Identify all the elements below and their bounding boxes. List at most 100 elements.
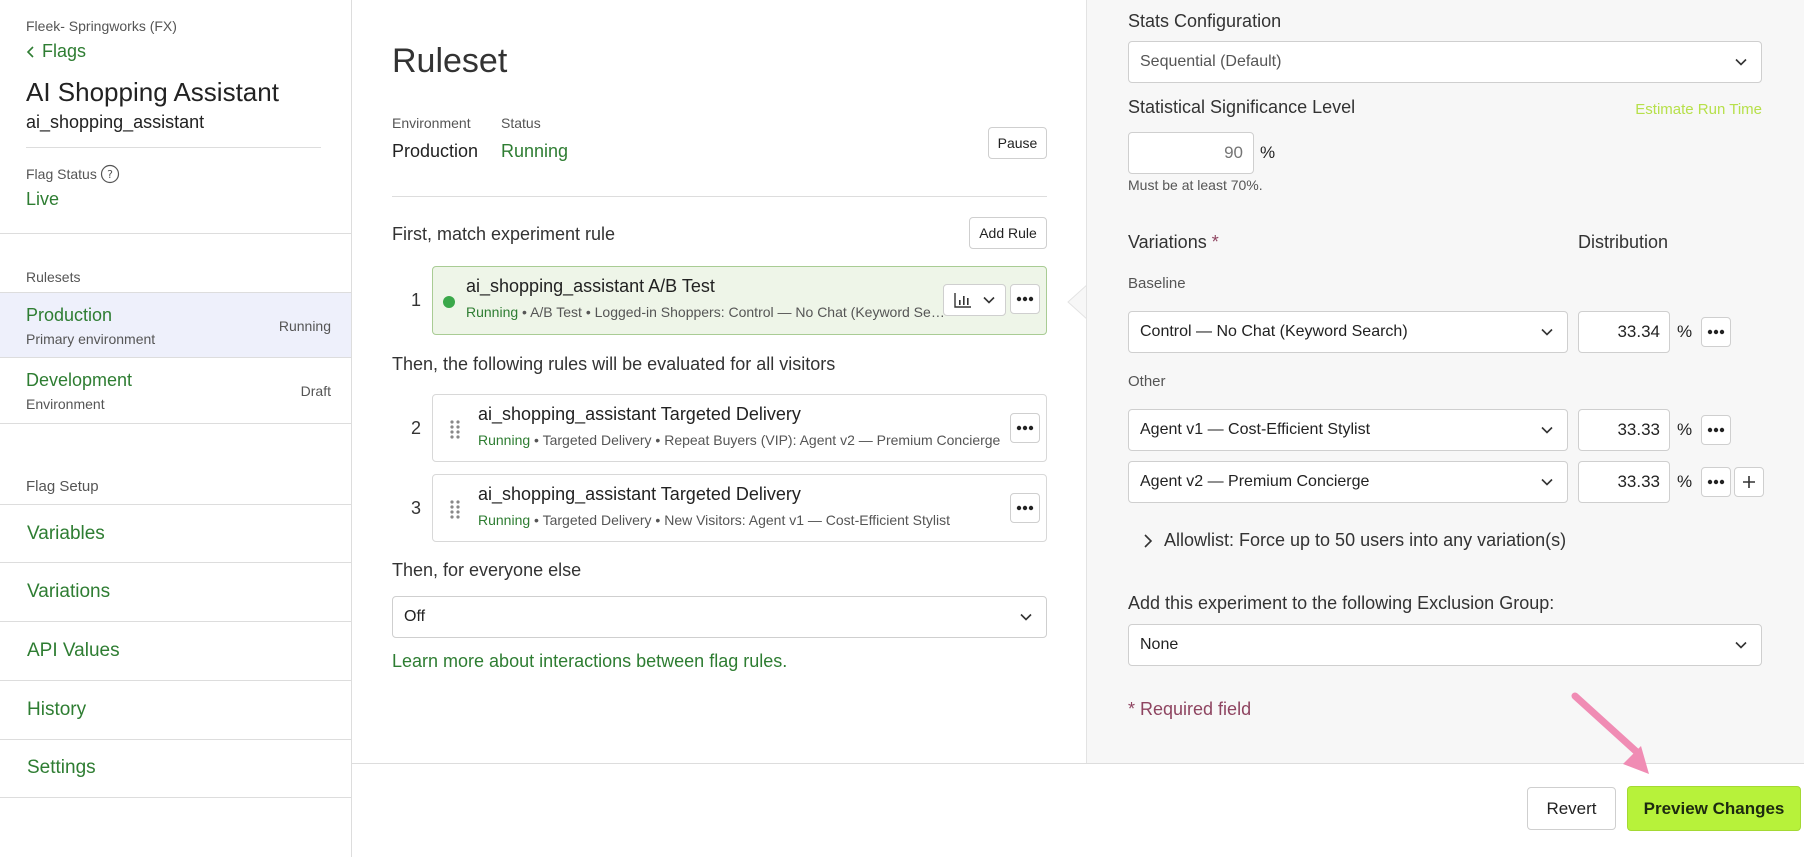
drag-handle-icon[interactable] xyxy=(448,499,462,519)
stats-config-select[interactable]: Sequential (Default) xyxy=(1128,41,1762,83)
rule-number: 2 xyxy=(411,418,422,438)
rule-card-targeted-delivery[interactable]: ai_shopping_assistant Targeted Delivery … xyxy=(432,474,1047,542)
select-value: Sequential (Default) xyxy=(1140,53,1282,70)
variation-more-button[interactable] xyxy=(1701,467,1731,497)
significance-help: Must be at least 70%. xyxy=(1128,177,1263,193)
divider xyxy=(0,233,351,234)
experiment-config-panel: Stats Configuration Sequential (Default)… xyxy=(1086,0,1804,763)
pause-button[interactable]: Pause xyxy=(988,127,1047,159)
revert-button[interactable]: Revert xyxy=(1527,787,1616,830)
more-dots-icon xyxy=(1707,427,1725,433)
allowlist-toggle[interactable]: Allowlist: Force up to 50 users into any… xyxy=(1142,530,1566,551)
setup-item-label: Variations xyxy=(27,581,111,602)
add-variation-button[interactable] xyxy=(1734,467,1764,497)
back-label: Flags xyxy=(42,41,87,61)
ruleset-production[interactable]: Production Primary environment Running xyxy=(0,292,351,358)
exclusion-group-select[interactable]: None xyxy=(1128,624,1762,666)
rulesets-heading: Rulesets xyxy=(26,269,81,285)
distribution-input[interactable]: 33.33 xyxy=(1578,461,1670,503)
rule-card-targeted-delivery[interactable]: ai_shopping_assistant Targeted Delivery … xyxy=(432,394,1047,462)
rule-more-button[interactable] xyxy=(1010,413,1040,443)
rule-title: ai_shopping_assistant A/B Test xyxy=(466,276,715,296)
rule-subtitle: Running • A/B Test • Logged-in Shoppers:… xyxy=(466,304,946,320)
select-value: Agent v1 — Cost-Efficient Stylist xyxy=(1140,421,1371,438)
rule-desc: • A/B Test • Logged-in Shoppers: Control… xyxy=(518,304,946,320)
more-dots-icon xyxy=(1016,296,1034,302)
allowlist-label: Allowlist: Force up to 50 users into any… xyxy=(1164,530,1567,550)
percent-sign: % xyxy=(1260,143,1276,162)
rule-more-button[interactable] xyxy=(1010,493,1040,523)
variation-more-button[interactable] xyxy=(1701,415,1731,445)
rule-more-button[interactable] xyxy=(1010,284,1040,314)
everyone-else-select[interactable]: Off xyxy=(392,596,1047,638)
ruleset-status: Draft xyxy=(300,383,331,399)
variation-select[interactable]: Control — No Chat (Keyword Search) xyxy=(1128,311,1568,353)
ruleset-name: Development xyxy=(26,370,133,390)
plus-icon xyxy=(1743,476,1755,488)
chevron-left-icon xyxy=(26,45,34,58)
select-value: None xyxy=(1140,636,1179,653)
setup-item-api-values[interactable]: API Values xyxy=(0,622,351,681)
ruleset-sub: Primary environment xyxy=(26,331,156,347)
environment-value: Production xyxy=(392,141,479,161)
distribution-input[interactable]: 33.34 xyxy=(1578,311,1670,353)
chevron-right-icon xyxy=(1144,533,1153,548)
rule-subtitle: Running • Targeted Delivery • Repeat Buy… xyxy=(478,432,1006,448)
variation-more-button[interactable] xyxy=(1701,317,1731,347)
distribution-input[interactable]: 33.33 xyxy=(1578,409,1670,451)
divider xyxy=(26,147,321,148)
ruleset-status: Running xyxy=(278,318,331,334)
flag-status-label: Flag Status xyxy=(26,166,97,182)
rule-desc: • Targeted Delivery • New Visitors: Agen… xyxy=(530,512,951,528)
help-icon[interactable]: ? xyxy=(100,164,120,184)
annotation-arrow-icon xyxy=(1571,692,1649,774)
rule-status: Running xyxy=(466,304,519,320)
setup-item-label: Variables xyxy=(27,523,105,544)
more-dots-icon xyxy=(1016,425,1034,431)
distribution-label: Distribution xyxy=(1578,232,1669,252)
drag-handle-icon[interactable] xyxy=(448,419,462,439)
estimate-run-time-link[interactable]: Estimate Run Time xyxy=(1635,101,1762,118)
status-label: Status xyxy=(501,115,541,131)
setup-item-label: Settings xyxy=(27,757,96,778)
percent-sign: % xyxy=(1677,420,1693,439)
chevron-down-icon xyxy=(1735,641,1747,649)
rule-title: ai_shopping_assistant Targeted Delivery xyxy=(478,404,801,424)
variation-select[interactable]: Agent v2 — Premium Concierge xyxy=(1128,461,1568,503)
ruleset-sub: Environment xyxy=(26,396,105,412)
setup-item-history[interactable]: History xyxy=(0,681,351,740)
more-dots-icon xyxy=(1707,329,1725,335)
chevron-down-icon xyxy=(1735,58,1747,66)
variation-select[interactable]: Agent v1 — Cost-Efficient Stylist xyxy=(1128,409,1568,451)
results-dropdown[interactable] xyxy=(943,284,1006,316)
exclusion-group-label: Add this experiment to the following Exc… xyxy=(1128,593,1555,613)
everyone-else-heading: Then, for everyone else xyxy=(392,560,582,580)
ruleset-title: Ruleset xyxy=(392,42,508,80)
back-to-flags-link[interactable]: Flags xyxy=(26,41,86,62)
flag-status-value: Live xyxy=(26,189,60,209)
setup-item-settings[interactable]: Settings xyxy=(0,740,351,798)
flag-setup-heading: Flag Setup xyxy=(26,478,99,495)
percent-sign: % xyxy=(1677,322,1693,341)
sidebar: Fleek- Springworks (FX) Flags AI Shoppin… xyxy=(0,0,352,857)
select-value: Control — No Chat (Keyword Search) xyxy=(1140,323,1408,340)
ruleset-development[interactable]: Development Environment Draft xyxy=(0,358,351,424)
divider xyxy=(392,196,1047,197)
percent-sign: % xyxy=(1677,472,1693,491)
preview-changes-button[interactable]: Preview Changes xyxy=(1627,786,1801,831)
required-star: * xyxy=(1211,232,1219,252)
running-dot-icon xyxy=(443,296,455,308)
project-name: Fleek- Springworks (FX) xyxy=(26,18,177,34)
rule-number: 3 xyxy=(411,498,422,518)
add-rule-button[interactable]: Add Rule xyxy=(969,217,1047,249)
more-dots-icon xyxy=(1707,479,1725,485)
setup-item-variables[interactable]: Variables xyxy=(0,504,351,563)
first-match-heading: First, match experiment rule xyxy=(392,224,616,244)
chevron-down-icon xyxy=(1541,426,1553,434)
setup-item-variations[interactable]: Variations xyxy=(0,563,351,622)
learn-more-link[interactable]: Learn more about interactions between fl… xyxy=(392,651,787,672)
select-value: Agent v2 — Premium Concierge xyxy=(1140,473,1370,490)
significance-input[interactable] xyxy=(1128,132,1254,174)
variations-label-text: Variations xyxy=(1128,232,1207,252)
rule-card-ab-test[interactable]: ai_shopping_assistant A/B Test Running •… xyxy=(432,266,1047,335)
